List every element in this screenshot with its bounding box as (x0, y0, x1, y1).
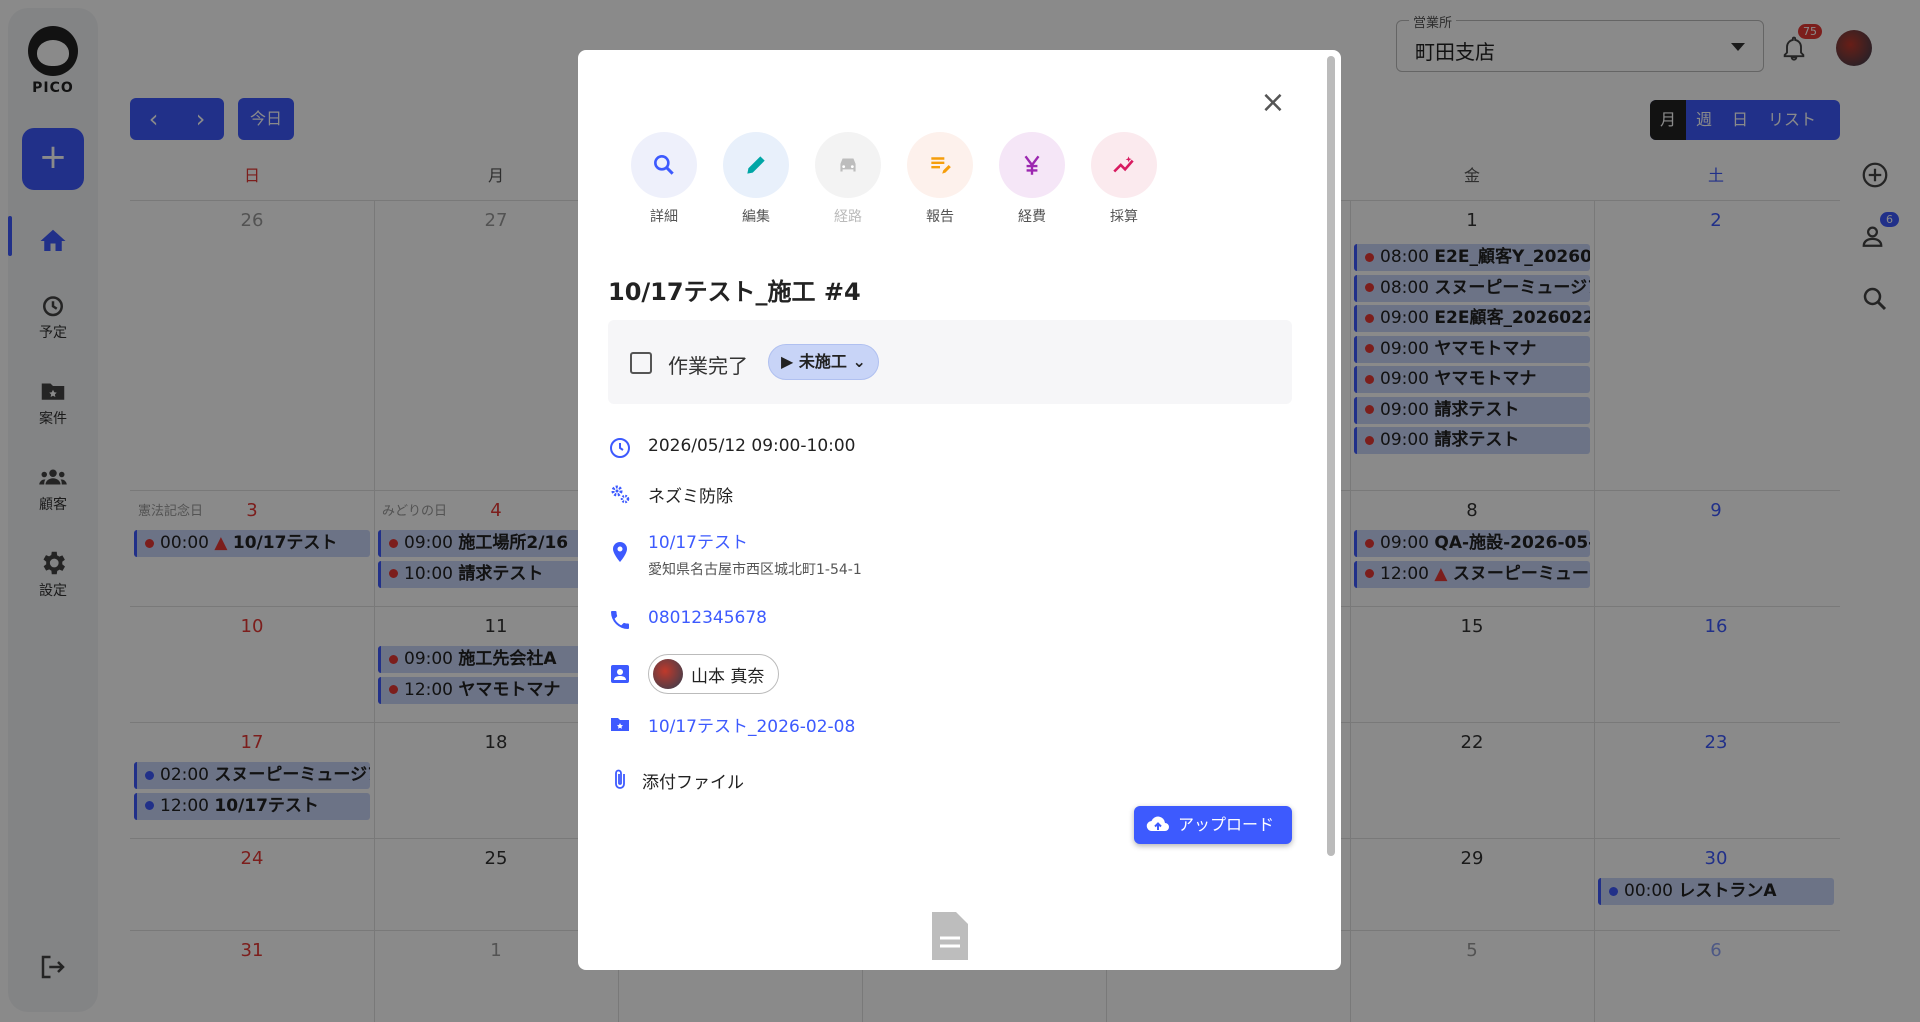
status-label: 未施工 (798, 352, 847, 371)
document-icon (932, 912, 968, 960)
dialog-scrollbar[interactable] (1327, 56, 1335, 856)
action-report[interactable]: 報告 (894, 132, 986, 226)
event-detail-dialog: × 詳細 編集 経路 報告 経費 採算 10/17テスト_施工 #4 作業完了 … (578, 50, 1341, 970)
action-label: 詳細 (650, 209, 678, 225)
paperclip-icon (615, 769, 625, 789)
work-done-checkbox[interactable] (630, 352, 652, 374)
service-row: ネズミ防除 (608, 482, 733, 507)
assignee-avatar (653, 659, 683, 689)
assignee-name: 山本 真奈 (691, 666, 765, 687)
work-done-label: 作業完了 (668, 354, 748, 378)
action-detail[interactable]: 詳細 (618, 132, 710, 226)
phone-row: 08012345678 (608, 608, 767, 632)
clock-icon (610, 438, 630, 458)
work-status-panel: 作業完了 ▶ 未施工 ⌄ (608, 320, 1292, 404)
action-profitability[interactable]: 採算 (1078, 132, 1170, 226)
location-link[interactable]: 10/17テスト (648, 528, 862, 553)
location-address: 愛知県名古屋市西区城北町1-54-1 (648, 562, 862, 578)
search-icon (654, 155, 674, 175)
action-edit[interactable]: 編集 (710, 132, 802, 226)
action-route[interactable]: 経路 (802, 132, 894, 226)
action-bar: 詳細 編集 経路 報告 経費 採算 (618, 132, 1170, 226)
app: PICO + 予定 案件 顧客 設定 営業所 町田支店 75 ‹ › 今日 月 … (0, 0, 1920, 1022)
cloud-upload-icon (1146, 816, 1169, 832)
gears-icon (611, 485, 630, 504)
datetime-row: 2026/05/12 09:00-10:00 (608, 436, 856, 460)
phone-link[interactable]: 08012345678 (648, 608, 767, 628)
attachments-label: 添付ファイル (642, 773, 744, 793)
action-expense[interactable]: 経費 (986, 132, 1078, 226)
assignee-row: 山本 真奈 (608, 654, 780, 694)
attachments-row: 添付ファイル (608, 768, 744, 793)
contact-card-icon (611, 665, 629, 683)
close-button[interactable]: × (1258, 88, 1288, 118)
play-icon: ▶ (781, 352, 799, 371)
action-label: 経費 (1018, 209, 1046, 225)
assignee-chip[interactable]: 山本 真奈 (648, 654, 780, 694)
pencil-icon (747, 156, 765, 174)
location-row: 10/17テスト 愛知県名古屋市西区城北町1-54-1 (608, 528, 862, 579)
status-dropdown[interactable]: ▶ 未施工 ⌄ (768, 344, 879, 380)
yen-icon (1024, 155, 1040, 175)
car-icon (840, 158, 856, 172)
service-name: ネズミ防除 (648, 487, 733, 507)
report-icon (931, 157, 951, 174)
project-link[interactable]: 10/17テスト_2026-02-08 (648, 712, 855, 737)
chevron-down-icon: ⌄ (852, 352, 866, 371)
event-title: 10/17テスト_施工 #4 (608, 278, 861, 306)
folder-star-icon (611, 718, 629, 731)
location-pin-icon (613, 542, 627, 562)
action-label: 採算 (1110, 209, 1138, 225)
action-label: 報告 (926, 209, 954, 225)
chart-icon (1113, 156, 1134, 173)
phone-icon (611, 611, 629, 629)
project-row: 10/17テスト_2026-02-08 (608, 712, 855, 737)
action-label: 編集 (742, 209, 770, 225)
event-datetime: 2026/05/12 09:00-10:00 (648, 436, 856, 456)
upload-button[interactable]: アップロード (1134, 806, 1292, 844)
upload-label: アップロード (1178, 815, 1275, 834)
action-label: 経路 (834, 209, 862, 225)
